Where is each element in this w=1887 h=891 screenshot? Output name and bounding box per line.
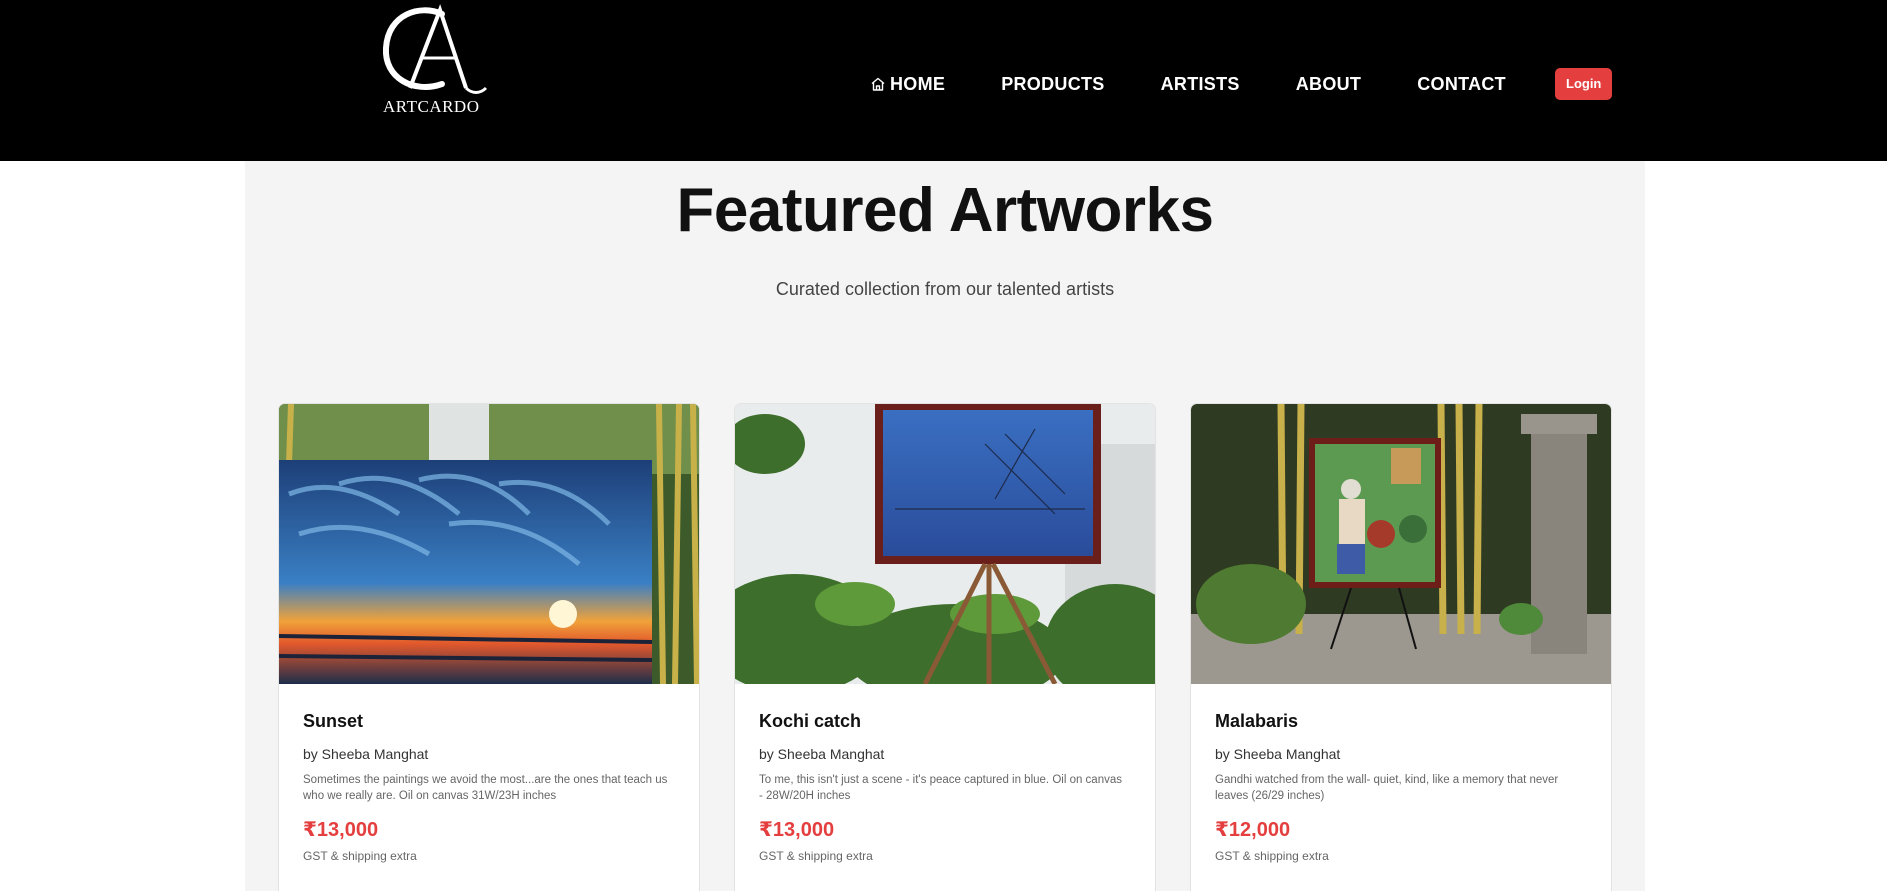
artwork-title[interactable]: Malabaris [1215,711,1298,732]
artwork-artist: by Sheeba Manghat [303,746,429,762]
artwork-card[interactable]: Malabaris by Sheeba Manghat Gandhi watch… [1190,403,1612,891]
page-title: Featured Artworks [676,176,1215,245]
nav-artists[interactable]: ARTISTS [1161,72,1240,96]
artwork-description: Sometimes the paintings we avoid the mos… [303,774,668,802]
artwork-price-note: GST & shipping extra [759,849,873,863]
artwork-card[interactable]: Kochi catch by Sheeba Manghat To me, thi… [734,403,1156,891]
artwork-price: ₹13,000 [303,819,379,841]
nav-contact[interactable]: CONTACT [1417,72,1506,96]
page-subtitle: Curated collection from our talented art… [775,279,1115,299]
artwork-artist: by Sheeba Manghat [759,746,885,762]
main-nav: HOME PRODUCTS ARTISTS ABOUT CONTACT [870,72,1562,96]
login-button[interactable]: Login [1555,68,1613,100]
artwork-price-note: GST & shipping extra [303,849,417,863]
artwork-title[interactable]: Kochi catch [759,711,861,732]
home-icon [871,77,885,91]
artwork-description: Gandhi watched from the wall- quiet, kin… [1215,774,1559,802]
ca-monogram-icon [382,4,488,94]
brand-wordmark: ARTCARDO [383,97,480,116]
artwork-image[interactable] [735,404,1156,684]
nav-products[interactable]: PRODUCTS [1001,72,1104,96]
artcardo-logo[interactable]: ARTCARDO [380,4,488,118]
nav-home-label: HOME [890,74,946,94]
artwork-price: ₹13,000 [759,819,835,841]
site-header: ARTCARDO HOME PRODUCTS ARTISTS ABOUT CON… [0,0,1887,161]
artwork-image[interactable] [1191,404,1612,684]
artwork-card[interactable]: Sunset by Sheeba Manghat Sometimes the p… [278,403,700,891]
artwork-artist: by Sheeba Manghat [1215,746,1341,762]
artwork-title[interactable]: Sunset [303,711,363,732]
artwork-image[interactable] [279,404,700,684]
artwork-price: ₹12,000 [1215,819,1291,841]
nav-home[interactable]: HOME [870,72,945,96]
nav-about[interactable]: ABOUT [1296,72,1362,96]
featured-section: Featured Artworks Curated collection fro… [245,161,1645,891]
artwork-price-note: GST & shipping extra [1215,849,1329,863]
artwork-description: To me, this isn't just a scene - it's pe… [759,774,1122,802]
